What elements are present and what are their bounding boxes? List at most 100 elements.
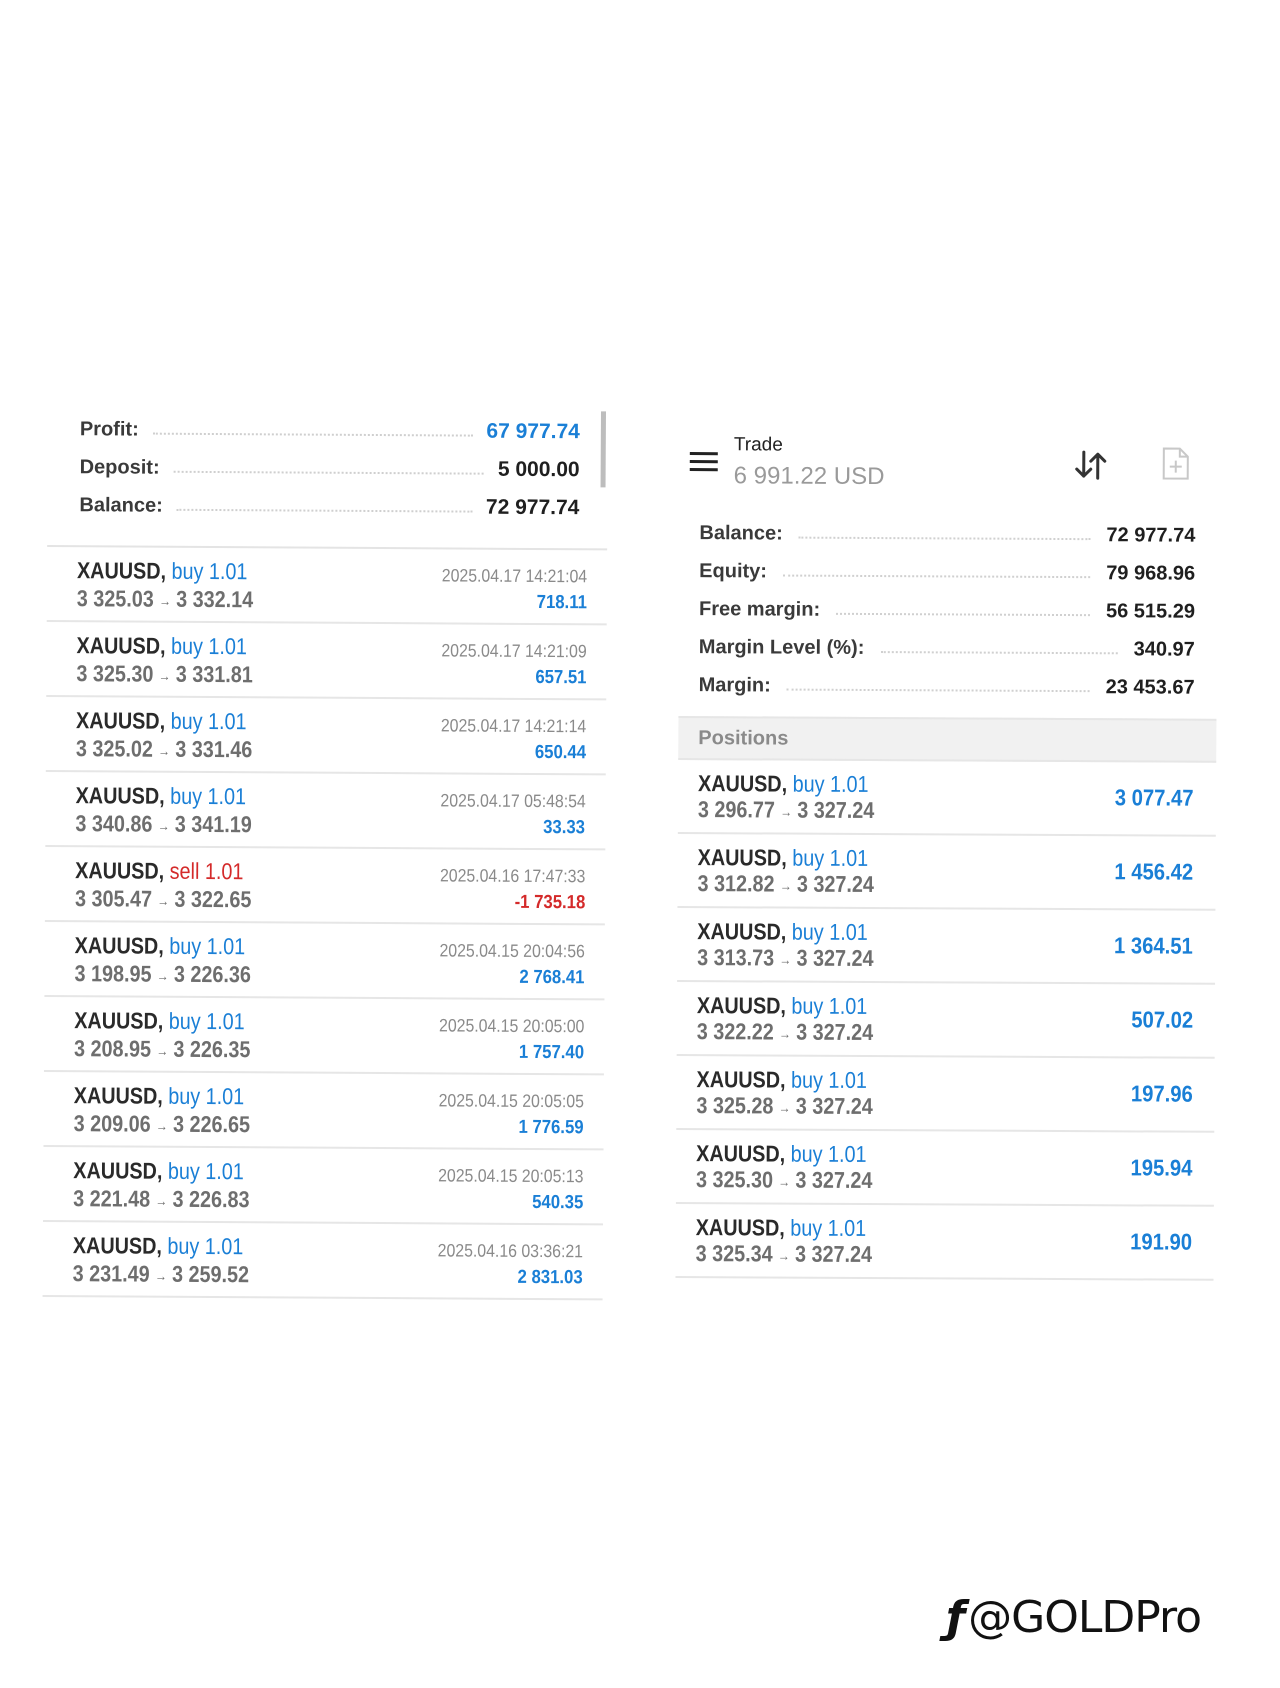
deal-symbol: XAUUSD,	[72, 1232, 162, 1259]
deal-open-price: 3 221.48	[73, 1185, 151, 1212]
position-volume: 1.01	[829, 918, 868, 945]
deal-time: 2025.04.15 20:04:56	[439, 940, 585, 962]
deal-symbol: XAUUSD,	[76, 707, 166, 734]
position-row[interactable]: XAUUSD, buy 1.01 3 325.30 → 3 327.24 195.94	[675, 1129, 1215, 1207]
position-open-price: 3 296.77	[697, 796, 776, 823]
position-row[interactable]: XAUUSD, buy 1.01 3 325.28 → 3 327.24 197.96	[676, 1055, 1215, 1133]
new-document-icon[interactable]	[1162, 447, 1190, 481]
deal-direction: buy	[168, 1082, 201, 1109]
watermark: ƒ@GOLDPro	[946, 1592, 1202, 1643]
summary-label: Deposit:	[79, 455, 160, 479]
deal-direction: buy	[170, 782, 203, 809]
deal-direction: buy	[167, 1232, 200, 1259]
account-value: 79 968.96	[1106, 561, 1196, 585]
deal-direction: buy	[170, 707, 203, 734]
dotted-leader	[176, 508, 472, 513]
position-symbol-line: XAUUSD, buy 1.01	[697, 918, 868, 946]
scrollbar[interactable]	[600, 411, 607, 488]
arrow-right-icon: →	[155, 1192, 168, 1209]
position-volume: 1.01	[829, 844, 869, 871]
position-row[interactable]: XAUUSD, buy 1.01 3 296.77 → 3 327.24 3 077.4…	[677, 759, 1217, 837]
deal-volume: 1.01	[208, 557, 248, 585]
deal-row[interactable]: XAUUSD, buy 1.01 3 325.02 → 3 331.46 2025.04…	[45, 696, 607, 776]
account-value: 23 453.67	[1105, 675, 1195, 699]
deal-row[interactable]: XAUUSD, buy 1.01 3 198.95 → 3 226.36 2025.04…	[44, 921, 605, 1001]
deal-row[interactable]: XAUUSD, buy 1.01 3 325.03 → 3 332.14 2025.04…	[46, 546, 608, 626]
dotted-leader	[786, 688, 1090, 693]
position-row[interactable]: XAUUSD, buy 1.01 3 325.34 → 3 327.24 191.90	[675, 1203, 1214, 1281]
arrow-right-icon: →	[779, 951, 792, 968]
deal-prices: 3 198.95 → 3 226.36	[74, 960, 251, 988]
account-label: Free margin:	[698, 597, 821, 621]
position-direction: buy	[790, 1214, 823, 1241]
deal-row[interactable]: XAUUSD, sell 1.01 3 305.47 → 3 322.65 2025.0…	[44, 846, 606, 926]
deal-symbol: XAUUSD,	[75, 782, 165, 809]
deal-open-price: 3 305.47	[74, 885, 153, 912]
position-symbol-line: XAUUSD, buy 1.01	[698, 844, 869, 872]
arrow-right-icon: →	[158, 667, 171, 684]
position-symbol: XAUUSD,	[696, 1140, 786, 1167]
position-row[interactable]: XAUUSD, buy 1.01 3 312.82 → 3 327.24 1 456.4…	[677, 833, 1216, 911]
account-value: 72 977.74	[1106, 523, 1196, 547]
deal-close-price: 3 322.65	[174, 885, 252, 913]
deal-volume: 1.01	[204, 1232, 244, 1260]
deal-row[interactable]: XAUUSD, buy 1.01 3 209.06 → 3 226.65 2025.04…	[43, 1071, 604, 1151]
deal-prices: 3 305.47 → 3 322.65	[75, 885, 252, 913]
deal-row[interactable]: XAUUSD, buy 1.01 3 208.95 → 3 226.35 2025.04…	[43, 996, 605, 1076]
trade-panel: Trade 6 991.22 USD Balance: 72 977.74 Equi…	[675, 420, 1218, 1281]
dotted-leader	[836, 612, 1091, 617]
account-value: 340.97	[1133, 637, 1195, 661]
position-profit: 3 077.47	[1115, 784, 1195, 811]
arrow-right-icon: →	[777, 1247, 790, 1264]
deal-prices: 3 231.49 → 3 259.52	[73, 1260, 250, 1288]
position-row[interactable]: XAUUSD, buy 1.01 3 322.22 → 3 327.24 507.02	[676, 981, 1216, 1059]
account-row: Balance: 72 977.74	[699, 514, 1195, 555]
position-current-price: 3 327.24	[796, 1018, 874, 1046]
position-symbol-line: XAUUSD, buy 1.01	[697, 992, 868, 1020]
position-current-price: 3 327.24	[796, 944, 874, 972]
deal-row[interactable]: XAUUSD, buy 1.01 3 231.49 → 3 259.52 2025.04…	[42, 1221, 604, 1301]
summary-value-deposit: 5 000.00	[497, 457, 580, 482]
deal-row[interactable]: XAUUSD, buy 1.01 3 325.30 → 3 331.81 2025.04…	[46, 621, 607, 701]
position-profit: 191.90	[1129, 1228, 1192, 1255]
position-prices: 3 312.82 → 3 327.24	[698, 870, 874, 898]
deal-prices: 3 325.02 → 3 331.46	[76, 735, 253, 763]
deal-time: 2025.04.15 20:05:00	[438, 1015, 585, 1037]
arrow-right-icon: →	[158, 592, 172, 609]
deal-time: 2025.04.16 17:47:33	[439, 865, 586, 887]
position-direction: buy	[790, 1140, 823, 1167]
deal-symbol: XAUUSD,	[74, 1007, 164, 1034]
dotted-leader	[152, 432, 473, 437]
position-direction: buy	[790, 1066, 824, 1093]
deal-direction: sell	[169, 857, 200, 884]
position-row[interactable]: XAUUSD, buy 1.01 3 313.73 → 3 327.24 1 364.5…	[677, 907, 1216, 985]
hamburger-menu-icon[interactable]	[689, 452, 718, 472]
account-label: Equity:	[699, 559, 768, 582]
deal-open-price: 3 209.06	[73, 1110, 151, 1137]
position-current-price: 3 327.24	[795, 1092, 873, 1120]
deal-open-price: 3 325.30	[76, 660, 154, 687]
account-row: Margin Level (%): 340.97	[699, 628, 1195, 669]
dotted-leader	[880, 651, 1118, 655]
position-open-price: 3 325.28	[696, 1092, 774, 1119]
position-open-price: 3 325.34	[695, 1240, 773, 1267]
watermark-text: @GOLDPro	[968, 1592, 1202, 1643]
deal-row[interactable]: XAUUSD, buy 1.01 3 340.86 → 3 341.19 2025.04…	[45, 771, 606, 851]
position-profit: 195.94	[1130, 1154, 1193, 1181]
history-panel: Profit: 67 977.74 Deposit: 5 000.00 Bala…	[42, 410, 608, 1301]
position-current-price: 3 327.24	[796, 870, 874, 898]
position-prices: 3 313.73 → 3 327.24	[697, 944, 873, 972]
position-symbol: XAUUSD,	[695, 1214, 785, 1241]
deal-volume: 1.01	[208, 632, 248, 660]
position-current-price: 3 327.24	[797, 796, 875, 824]
sort-arrows-icon[interactable]	[1074, 448, 1108, 482]
deal-symbol-line: XAUUSD, buy 1.01	[76, 782, 247, 810]
deal-time: 2025.04.17 05:48:54	[440, 790, 586, 812]
position-direction: buy	[792, 844, 825, 871]
position-symbol: XAUUSD,	[696, 1066, 786, 1093]
deal-close-price: 3 332.14	[176, 585, 254, 613]
summary-value-balance: 72 977.74	[485, 495, 580, 520]
deal-direction: buy	[168, 1007, 201, 1034]
deal-profit: -1 735.18	[514, 891, 586, 914]
deal-row[interactable]: XAUUSD, buy 1.01 3 221.48 → 3 226.83 2025.04…	[43, 1146, 604, 1226]
